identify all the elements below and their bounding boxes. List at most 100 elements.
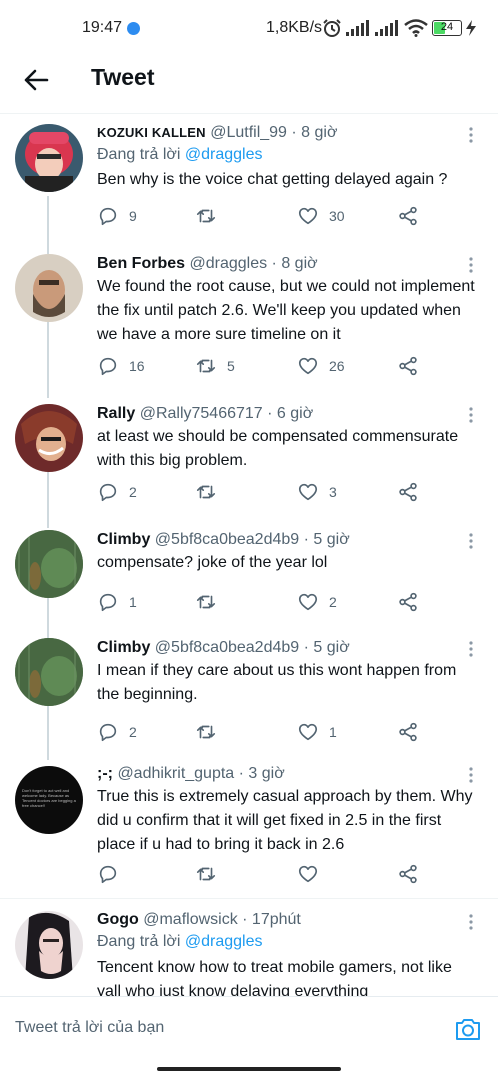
heart-icon xyxy=(298,357,318,375)
user-handle[interactable]: @Rally75466717 xyxy=(140,405,263,422)
avatar[interactable] xyxy=(15,404,83,472)
display-name[interactable]: KOZUKI KALLEN xyxy=(97,125,206,140)
share-icon xyxy=(399,206,417,226)
tweet-time: · 5 giờ xyxy=(303,531,350,548)
reply-button[interactable]: 16 xyxy=(97,354,145,378)
display-name[interactable]: Gogo xyxy=(97,911,139,928)
reply-icon xyxy=(99,207,117,226)
tweet-item[interactable]: Don't forget to act well and welcome lad… xyxy=(0,754,498,898)
tweet-text: We found the root cause, but we could no… xyxy=(97,278,475,343)
tweet-actions: 2 3 xyxy=(97,480,437,504)
tweet-item[interactable]: KOZUKI KALLEN @Lutfil_99 · 8 giờ Đang tr… xyxy=(0,114,498,250)
avatar[interactable] xyxy=(15,124,83,192)
reply-button[interactable]: 9 xyxy=(97,204,137,228)
reply-button[interactable]: 2 xyxy=(97,720,137,744)
more-options-icon[interactable] xyxy=(468,256,474,274)
tweet-header: Climby @5bf8ca0bea2d4b9 · 5 giờ xyxy=(97,529,477,551)
share-icon xyxy=(399,722,417,742)
retweet-icon xyxy=(196,725,216,739)
like-button[interactable]: 26 xyxy=(297,354,345,378)
tweet-item[interactable]: Gogo @maflowsick · 17phút Đang trả lời @… xyxy=(0,899,498,996)
status-time: 19:47 xyxy=(82,19,123,36)
more-options-icon[interactable] xyxy=(468,126,474,144)
reply-icon xyxy=(99,483,117,502)
tweet-item[interactable]: Ben Forbes @draggles · 8 giờ We found th… xyxy=(0,242,498,392)
display-name[interactable]: Ben Forbes xyxy=(97,255,185,272)
avatar[interactable] xyxy=(15,638,83,706)
reply-count: 9 xyxy=(129,208,137,224)
share-button[interactable] xyxy=(397,862,419,886)
more-options-icon[interactable] xyxy=(468,913,474,931)
heart-icon xyxy=(298,207,318,225)
reply-count: 16 xyxy=(129,358,145,374)
like-count: 3 xyxy=(329,484,337,500)
retweet-button[interactable] xyxy=(195,204,227,228)
tweet-item[interactable]: Rally @Rally75466717 · 6 giờ at least we… xyxy=(0,392,498,518)
reply-button[interactable]: 1 xyxy=(97,590,137,614)
display-name[interactable]: Climby xyxy=(97,531,150,548)
reply-button[interactable]: 2 xyxy=(97,480,137,504)
like-count: 2 xyxy=(329,594,337,610)
retweet-icon xyxy=(196,485,216,499)
like-button[interactable]: 1 xyxy=(297,720,337,744)
tweet-text: at least we should be compensated commen… xyxy=(97,428,459,469)
reply-button[interactable] xyxy=(97,862,119,886)
tweet-item[interactable]: Climby @5bf8ca0bea2d4b9 · 5 giờ compensa… xyxy=(0,518,498,626)
avatar[interactable]: Don't forget to act well and welcome lad… xyxy=(15,766,83,834)
tweet-item[interactable]: Climby @5bf8ca0bea2d4b9 · 5 giờ I mean i… xyxy=(0,626,498,756)
tweet-header: Rally @Rally75466717 · 6 giờ xyxy=(97,403,477,425)
like-button[interactable]: 30 xyxy=(297,204,345,228)
tweet-actions xyxy=(97,862,437,886)
avatar[interactable] xyxy=(15,530,83,598)
tweet-content: Ben Forbes @draggles · 8 giờ We found th… xyxy=(97,253,477,347)
share-button[interactable] xyxy=(397,480,419,504)
retweet-button[interactable] xyxy=(195,590,227,614)
back-arrow-icon[interactable] xyxy=(22,66,50,94)
more-options-icon[interactable] xyxy=(468,406,474,424)
display-name[interactable]: Rally xyxy=(97,405,135,422)
signal-sim2-icon xyxy=(375,20,398,36)
user-handle[interactable]: @Lutfil_99 xyxy=(210,124,287,141)
heart-icon xyxy=(298,483,318,501)
replying-to-handle[interactable]: @draggles xyxy=(185,933,263,950)
user-handle[interactable]: @draggles xyxy=(189,255,267,272)
retweet-button[interactable]: 5 xyxy=(195,354,235,378)
share-button[interactable] xyxy=(397,590,419,614)
tweet-text: compensate? joke of the year lol xyxy=(97,554,328,571)
display-name[interactable]: ;-; xyxy=(97,765,113,782)
user-handle[interactable]: @maflowsick xyxy=(143,911,237,928)
like-button[interactable] xyxy=(297,862,319,886)
reply-composer[interactable]: Tweet trả lời của bạn xyxy=(0,996,498,1052)
heart-icon xyxy=(298,865,318,883)
user-handle[interactable]: @adhikrit_gupta xyxy=(117,765,234,782)
replying-to-handle[interactable]: @draggles xyxy=(185,146,263,163)
more-options-icon[interactable] xyxy=(468,640,474,658)
share-button[interactable] xyxy=(397,354,419,378)
camera-icon[interactable] xyxy=(454,1016,482,1042)
home-indicator[interactable] xyxy=(157,1067,341,1071)
reply-input[interactable]: Tweet trả lời của bạn xyxy=(15,1019,164,1037)
reply-count: 2 xyxy=(129,484,137,500)
share-button[interactable] xyxy=(397,720,419,744)
like-button[interactable]: 2 xyxy=(297,590,337,614)
retweet-button[interactable] xyxy=(195,862,217,886)
retweet-button[interactable] xyxy=(195,480,227,504)
retweet-icon xyxy=(196,867,216,881)
user-handle[interactable]: @5bf8ca0bea2d4b9 xyxy=(155,639,299,656)
like-button[interactable]: 3 xyxy=(297,480,337,504)
more-options-icon[interactable] xyxy=(468,766,474,784)
retweet-count: 5 xyxy=(227,358,235,374)
tweet-content: Gogo @maflowsick · 17phút Đang trả lời @… xyxy=(97,909,477,996)
reply-icon xyxy=(99,357,117,376)
avatar[interactable] xyxy=(15,254,83,322)
tweet-time: · 3 giờ xyxy=(238,765,285,782)
more-options-icon[interactable] xyxy=(468,532,474,550)
user-handle[interactable]: @5bf8ca0bea2d4b9 xyxy=(155,531,299,548)
avatar[interactable] xyxy=(15,911,83,979)
tweet-text: Ben why is the voice chat getting delaye… xyxy=(97,171,448,188)
display-name[interactable]: Climby xyxy=(97,639,150,656)
share-button[interactable] xyxy=(397,204,419,228)
tweet-thread[interactable]: KOZUKI KALLEN @Lutfil_99 · 8 giờ Đang tr… xyxy=(0,114,498,996)
tweet-time: · 8 giờ xyxy=(271,255,318,272)
retweet-button[interactable] xyxy=(195,720,227,744)
